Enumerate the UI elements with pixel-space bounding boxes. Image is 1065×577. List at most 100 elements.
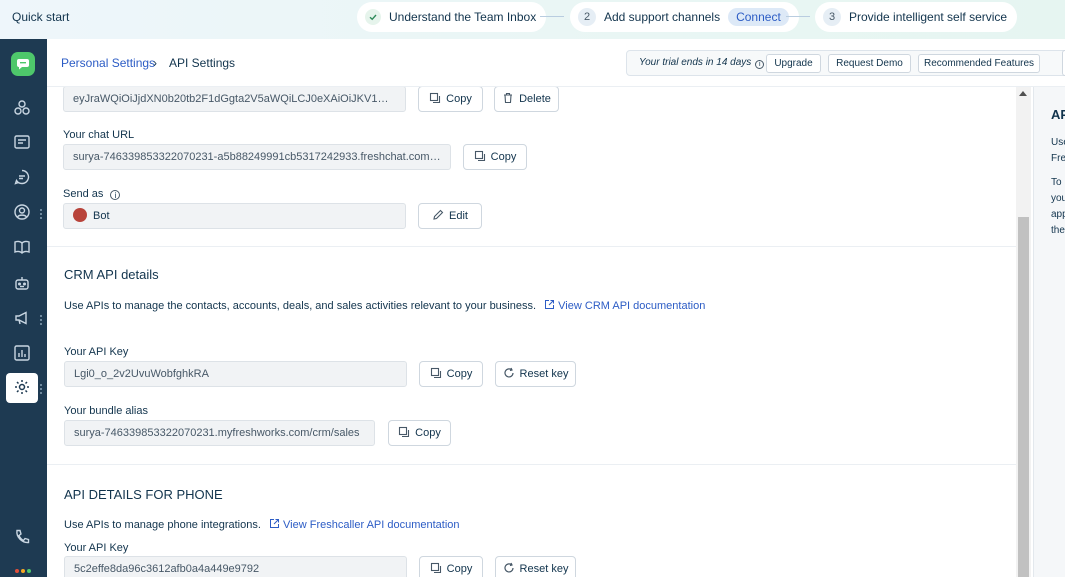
trash-icon [502,92,514,107]
breadcrumb-current: API Settings [169,56,236,70]
phone-description: Use APIs to manage phone integrations. V… [64,519,460,531]
reports-icon [13,344,31,365]
copy-chat-url-button[interactable]: Copy [463,144,527,170]
phone-api-key-label: Your API Key [64,542,129,554]
copy-icon [429,92,441,107]
nav-chat[interactable] [6,163,38,193]
nav-conversations[interactable] [6,128,38,158]
reset-phone-key-button[interactable]: Reset key [495,556,576,577]
send-as-label: Send as i [63,188,121,200]
bot-avatar [73,208,87,223]
nav-more-dots[interactable] [40,315,43,325]
refresh-icon [503,562,515,577]
connect-button[interactable]: Connect [728,8,789,26]
help-panel-text: you [1051,193,1065,204]
delete-token-button[interactable]: Delete [494,87,559,112]
section-divider [47,246,1016,247]
step-add-support-channels[interactable]: 2 Add support channels Connect [570,2,799,32]
quick-start-banner: Quick start Understand the Team Inbox 2 … [0,0,1065,39]
scroll-thumb[interactable] [1018,217,1029,577]
step-label: Add support channels [604,10,721,24]
copy-icon [430,367,442,382]
bot-icon [13,274,31,295]
step-number: 2 [578,8,596,26]
external-link-icon [269,519,279,528]
copy-token-button[interactable]: Copy [418,87,483,112]
scroll-up-arrow-icon[interactable] [1019,91,1027,96]
nav-knowledge-base[interactable] [6,233,38,263]
copy-bundle-button[interactable]: Copy [388,420,451,446]
phone-icon [13,528,31,549]
chat-url-label: Your chat URL [63,129,135,141]
team-inbox-icon [13,99,31,120]
quick-start-title: Quick start [12,10,70,24]
check-circle-icon [365,9,381,25]
help-panel-text: Use [1051,137,1065,148]
api-settings-content: eyJraWQiOiJjdXN0b20tb2F1dGgta2V5aWQiLCJ0… [47,87,1016,577]
crm-description: Use APIs to manage the contacts, account… [64,300,706,312]
upgrade-button[interactable]: Upgrade [766,54,821,73]
phone-section-title: API DETAILS FOR PHONE [64,487,223,502]
reset-crm-key-button[interactable]: Reset key [495,361,576,387]
freshchat-logo-icon[interactable] [11,52,35,76]
step-separator [540,16,564,17]
recommended-features-button[interactable]: Recommended Features [918,54,1040,73]
refresh-icon [503,367,515,382]
section-divider [47,464,1016,465]
copy-icon [398,426,410,441]
nav-contacts[interactable] [6,198,38,228]
crm-api-key-field[interactable]: Lgi0_o_2v2UvuWobfghkRA [64,361,407,387]
crm-api-key-label: Your API Key [64,346,129,358]
crm-bundle-label: Your bundle alias [64,405,148,417]
nav-more-dots[interactable] [40,384,43,394]
nav-settings[interactable] [6,373,38,403]
help-panel-text: app [1051,209,1065,220]
info-icon[interactable]: i [755,60,765,69]
copy-icon [474,150,486,165]
request-demo-button[interactable]: Request Demo [828,54,911,73]
phone-api-key-field[interactable]: 5c2effe8da96c3612afb0a4a449e9792 [64,556,407,577]
trial-banner: Your trial ends in 14 days i Upgrade Requ… [626,50,1065,76]
send-as-field[interactable]: Bot [63,203,406,229]
help-panel: AP Use Fre To you app the [1033,87,1065,577]
chat-token-field[interactable]: eyJraWQiOiJjdXN0b20tb2F1dGgta2V5aWQiLCJ0… [63,87,406,112]
external-link-icon [545,300,555,309]
side-navigation [0,39,47,577]
copy-icon [430,562,442,577]
chat-bubble-icon [13,168,31,189]
crm-doc-link[interactable]: View CRM API documentation [539,300,705,312]
step-label: Understand the Team Inbox [389,10,537,24]
copy-crm-key-button[interactable]: Copy [419,361,483,387]
crm-bundle-field[interactable]: surya-746339853322070231.myfreshworks.co… [64,420,375,446]
knowledge-base-icon [13,238,31,259]
nav-campaigns[interactable] [6,304,38,334]
help-panel-title: AP [1051,107,1065,122]
breadcrumb-personal-settings[interactable]: Personal Settings [61,56,155,70]
conversations-icon [13,133,31,154]
freshcaller-doc-link[interactable]: View Freshcaller API documentation [264,519,460,531]
page-header: Personal Settings › API Settings Your tr… [47,39,1065,87]
nav-reports[interactable] [6,339,38,369]
step-provide-self-service[interactable]: 3 Provide intelligent self service [815,2,1018,32]
contacts-icon [13,203,31,224]
step-number: 3 [823,8,841,26]
edit-send-as-button[interactable]: Edit [418,203,482,229]
step-separator [786,16,810,17]
help-panel-text: Fre [1051,153,1065,164]
help-panel-text: the [1051,225,1065,236]
nav-team-inbox[interactable] [6,94,38,124]
breadcrumb-separator: › [153,56,157,70]
app-switcher-icon[interactable] [15,569,31,577]
copy-phone-key-button[interactable]: Copy [419,556,483,577]
nav-phone[interactable] [6,523,38,553]
campaigns-icon [13,309,31,330]
chat-url-field[interactable]: surya-746339853322070231-a5b88249991cb53… [63,144,451,170]
info-icon[interactable]: i [110,190,121,200]
crm-section-title: CRM API details [64,267,159,282]
content-scrollbar[interactable] [1016,87,1031,577]
nav-bots[interactable] [6,269,38,299]
nav-more-dots[interactable] [40,209,43,219]
step-understand-team-inbox[interactable]: Understand the Team Inbox [357,2,547,32]
pencil-icon [432,209,444,224]
step-label: Provide intelligent self service [849,10,1008,24]
